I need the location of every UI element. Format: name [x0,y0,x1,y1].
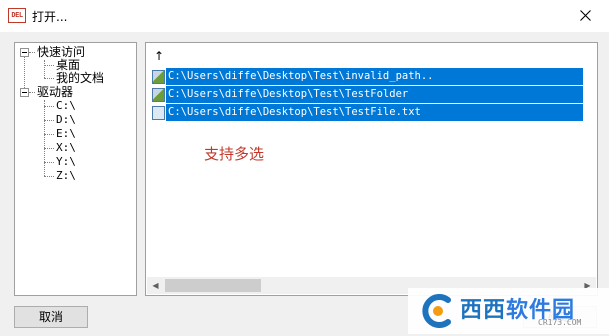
brand-logo-icon [422,294,451,328]
tree-line [44,176,54,177]
close-icon [579,9,591,21]
tree-line [44,60,45,78]
watermark-brand-part1: 西西 [460,298,507,323]
collapse-drives-icon[interactable] [20,88,29,97]
list-item[interactable]: C:\Users\diffe\Desktop\Test\TestFile.txt [152,104,583,121]
cancel-button[interactable]: 取消 [14,306,88,328]
tree-line [24,57,25,92]
watermark-url: CR173.COM [538,318,582,327]
list-item-path: C:\Users\diffe\Desktop\Test\TestFile.txt [166,104,583,121]
tree-line [29,52,35,53]
broken-link-icon [152,70,165,84]
close-button[interactable] [565,0,605,30]
tree-item-drive-z[interactable]: Z:\ [56,169,76,183]
tree-line [44,78,54,79]
tree-item-documents[interactable]: 我的文档 [56,71,104,85]
collapse-quick-access-icon[interactable] [20,48,29,57]
tree-line [44,106,54,107]
list-item[interactable]: C:\Users\diffe\Desktop\Test\TestFolder [152,86,583,103]
app-icon: DEL [8,8,26,23]
file-icon [152,106,165,120]
tree-item-drive-y[interactable]: Y:\ [56,155,76,169]
tree-line [44,100,45,176]
tree-item-drive-x[interactable]: X:\ [56,141,76,155]
tree-item-drive-d[interactable]: D:\ [56,113,76,127]
folder-icon [152,88,165,102]
list-item[interactable]: C:\Users\diffe\Desktop\Test\invalid_path… [152,68,583,85]
multi-select-note: 支持多选 [204,145,265,163]
scroll-thumb[interactable] [165,279,261,292]
tree-item-drive-c[interactable]: C:\ [56,99,76,113]
tree-line [44,134,54,135]
tree-item-drives[interactable]: 驱动器 [37,85,73,99]
title-bar: DEL 打开... [0,0,609,32]
list-item-path: C:\Users\diffe\Desktop\Test\invalid_path… [166,68,583,85]
tree-line [44,65,54,66]
tree-item-drive-e[interactable]: E:\ [56,127,76,141]
tree-item-quick-access[interactable]: 快速访问 [37,45,85,59]
tree-line [44,148,54,149]
folder-tree[interactable]: 快速访问 桌面 我的文档 驱动器 C:\ D:\ E:\ X:\ Y:\ Z:\ [14,42,137,296]
window-title: 打开... [32,10,68,24]
tree-item-desktop[interactable]: 桌面 [56,58,80,72]
watermark: 西西软件园 CR173.COM [408,288,609,334]
file-list[interactable]: ↑ C:\Users\diffe\Desktop\Test\invalid_pa… [145,42,598,296]
tree-line [44,162,54,163]
chevron-left-icon: ◀ [152,281,159,290]
parent-folder-item[interactable]: ↑ [154,49,164,63]
scroll-left-button[interactable]: ◀ [147,277,164,294]
tree-line [44,120,54,121]
tree-line [29,92,35,93]
list-item-path: C:\Users\diffe\Desktop\Test\TestFolder [166,86,583,103]
